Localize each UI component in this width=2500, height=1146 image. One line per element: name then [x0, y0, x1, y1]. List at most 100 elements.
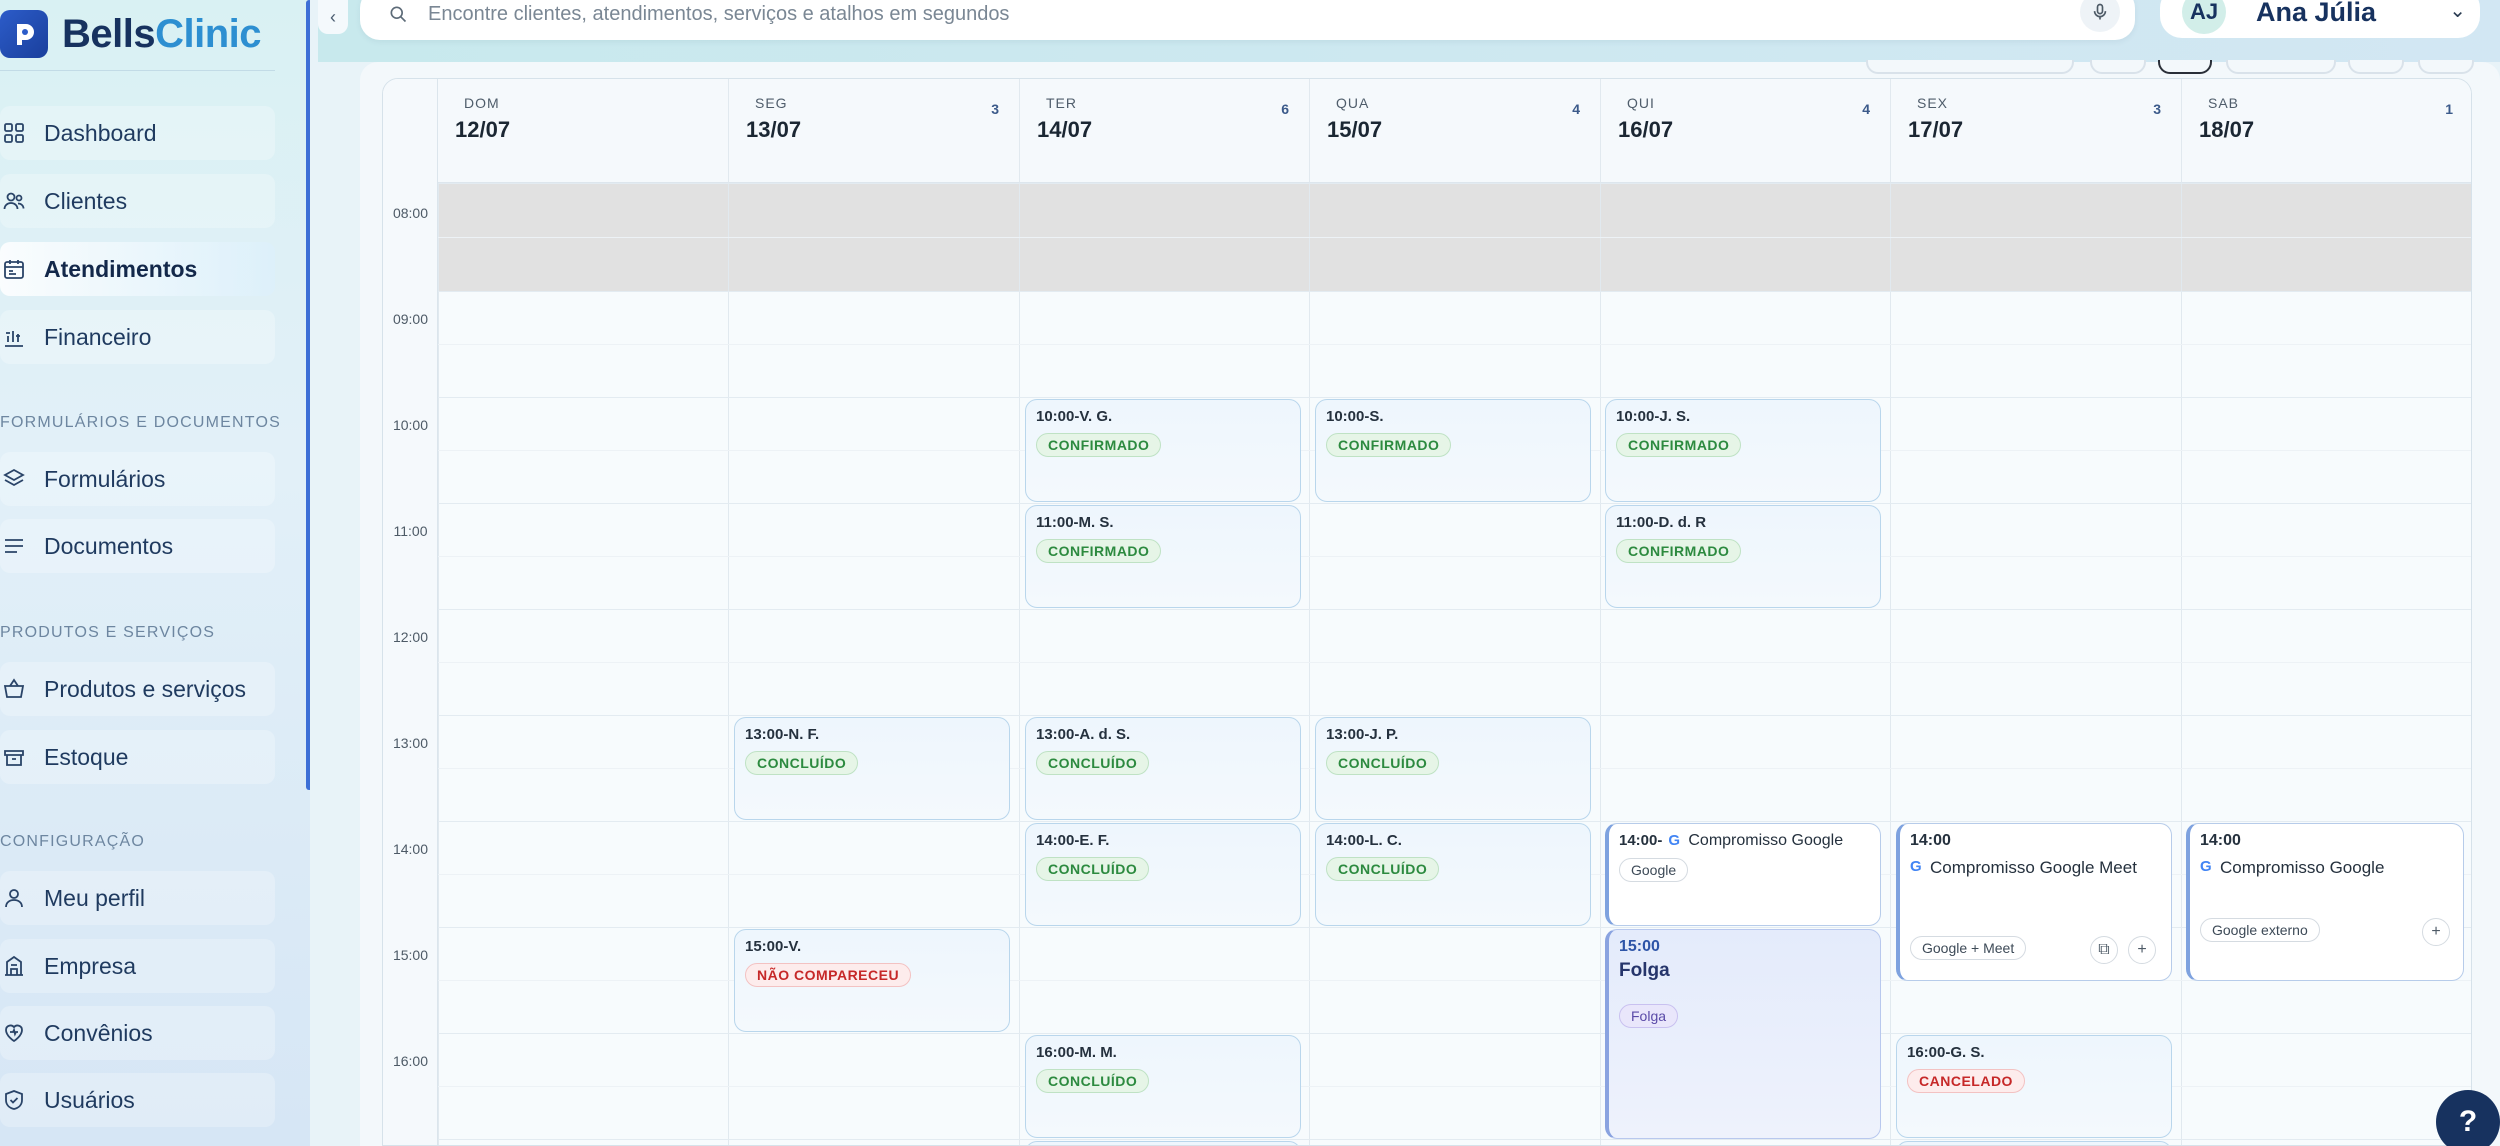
sidebar-item-convenios[interactable]: Convênios — [0, 1006, 275, 1060]
appointment-card[interactable]: 14:00-L. C. CONCLUÍDO — [1315, 823, 1591, 926]
day-header-thu[interactable]: QUI 16/07 4 — [1600, 79, 1890, 183]
user-menu[interactable]: AJ Ana Júlia ⌄ — [2160, 0, 2480, 38]
toolbar-button-partial[interactable] — [2348, 60, 2404, 74]
appointment-title: 10:00-V. G. — [1036, 408, 1113, 425]
half-hour-line — [438, 344, 2471, 345]
google-icon: G — [1668, 832, 1681, 849]
google-event-card[interactable]: 14:00- G Compromisso Google Google — [1605, 823, 1881, 926]
status-badge: NÃO COMPARECEU — [745, 963, 912, 987]
half-hour-line — [438, 556, 2471, 557]
toolbar-button-partial[interactable] — [2090, 60, 2146, 74]
google-event-card[interactable]: 14:00 G Compromisso Google Google extern… — [2186, 823, 2464, 981]
sidebar-item-empresa[interactable]: Empresa — [0, 939, 275, 993]
source-badge: Google externo — [2200, 918, 2320, 942]
sidebar-item-documentos[interactable]: Documentos — [0, 519, 275, 573]
day-column[interactable] — [1309, 79, 1600, 1145]
day-column[interactable] — [1019, 79, 1309, 1145]
day-column[interactable] — [2181, 79, 2471, 1145]
day-off-card[interactable]: 15:00 Folga Folga — [1605, 929, 1881, 1139]
day-date: 13/07 — [746, 117, 802, 142]
day-header-sun[interactable]: DOM 12/07 — [438, 79, 728, 183]
day-header-wed[interactable]: QUA 15/07 4 — [1309, 79, 1600, 183]
hour-line — [438, 183, 2471, 184]
status-badge: CONCLUÍDO — [745, 751, 859, 775]
appointment-card[interactable]: 10:00-V. G. CONFIRMADO — [1025, 399, 1301, 502]
appointment-card[interactable]: 11:00-M. S. CONFIRMADO — [1025, 505, 1301, 608]
day-off-title: Folga — [1619, 960, 1670, 981]
day-event-count: 4 — [1572, 101, 1580, 117]
day-column[interactable] — [438, 79, 728, 1145]
google-event-title: 14:00- G Compromisso Google — [1619, 832, 1870, 850]
hour-line — [438, 609, 2471, 610]
add-button[interactable]: + — [2128, 936, 2156, 964]
help-button[interactable]: ? — [2436, 1090, 2500, 1146]
google-icon: G — [2200, 858, 2212, 875]
day-column[interactable] — [1890, 79, 2181, 1145]
day-date: 17/07 — [1908, 117, 1964, 142]
day-date: 15/07 — [1327, 117, 1383, 142]
brand[interactable]: BellsClinic — [0, 6, 280, 62]
appointment-card[interactable]: 13:00-J. P. CONCLUÍDO — [1315, 717, 1591, 820]
toolbar-button-partial[interactable] — [2158, 60, 2212, 74]
time-label: 15:00 — [392, 947, 429, 963]
plus-icon: + — [2137, 941, 2147, 958]
toolbar-button-partial[interactable] — [2418, 60, 2474, 74]
toolbar-button-partial[interactable] — [2226, 60, 2336, 74]
google-event-card[interactable]: 14:00 G Compromisso Google Meet Google +… — [1896, 823, 2172, 981]
microphone-icon — [2093, 3, 2107, 20]
day-abbr: QUI — [1627, 95, 1655, 111]
day-header-tue[interactable]: TER 14/07 6 — [1019, 79, 1309, 183]
sidebar-item-label: Financeiro — [44, 323, 152, 350]
day-event-count: 6 — [1281, 101, 1289, 117]
global-search[interactable] — [360, 0, 2135, 40]
appointment-card[interactable]: 10:00-J. S. CONFIRMADO — [1605, 399, 1881, 502]
day-header-mon[interactable]: SEG 13/07 3 — [728, 79, 1019, 183]
user-name: Ana Júlia — [2256, 0, 2377, 27]
sidebar-item-formularios[interactable]: Formulários — [0, 452, 275, 506]
sidebar-item-financeiro[interactable]: Financeiro — [0, 310, 275, 364]
sidebar-item-label: Dashboard — [44, 119, 157, 146]
time-label: 10:00 — [392, 417, 429, 433]
add-button[interactable]: + — [2422, 918, 2450, 946]
appointment-card[interactable]: 11:00-D. d. R CONFIRMADO — [1605, 505, 1881, 608]
appointment-card[interactable]: 14:00-E. F. CONCLUÍDO — [1025, 823, 1301, 926]
time-label: 16:00 — [392, 1053, 429, 1069]
status-badge: CONCLUÍDO — [1036, 1069, 1150, 1093]
day-off-badge: Folga — [1619, 1004, 1679, 1028]
appointment-card[interactable]: 16:00-M. M. CONCLUÍDO — [1025, 1035, 1301, 1138]
appointment-card[interactable]: 10:00-S. CONFIRMADO — [1315, 399, 1591, 502]
google-event-time: 14:00 — [2200, 832, 2241, 849]
hour-line — [438, 397, 2471, 398]
day-header-sat[interactable]: SAB 18/07 1 — [2181, 79, 2471, 183]
sidebar: BellsClinic Dashboard Clientes Atendimen… — [0, 0, 310, 1146]
shield-icon — [5, 1090, 23, 1110]
sidebar-scrollbar[interactable] — [306, 0, 310, 790]
sidebar-item-meu-perfil[interactable]: Meu perfil — [0, 871, 275, 925]
toolbar-button-partial[interactable] — [1866, 60, 2074, 74]
status-badge: CANCELADO — [1907, 1069, 2025, 1093]
sidebar-item-atendimentos[interactable]: Atendimentos — [0, 242, 275, 296]
sidebar-item-label: Produtos e serviços — [44, 675, 246, 702]
sidebar-item-label: Estoque — [44, 743, 129, 770]
sidebar-item-estoque[interactable]: Estoque — [0, 730, 275, 784]
appointment-card[interactable]: 13:00-N. F. CONCLUÍDO — [734, 717, 1010, 820]
search-input[interactable] — [428, 2, 1928, 26]
google-icon: G — [1910, 858, 1922, 875]
collapse-sidebar-button[interactable]: ‹ — [318, 0, 348, 34]
day-header-fri[interactable]: SEX 17/07 3 — [1890, 79, 2181, 183]
appointment-card[interactable]: 13:00-A. d. S. CONCLUÍDO — [1025, 717, 1301, 820]
appointment-card[interactable]: 16:00-G. S. CANCELADO — [1896, 1035, 2172, 1138]
sidebar-item-produtos[interactable]: Produtos e serviços — [0, 662, 275, 716]
sidebar-item-usuarios[interactable]: Usuários — [0, 1073, 275, 1127]
open-external-button[interactable]: ⧉ — [2090, 936, 2118, 964]
appointment-card[interactable] — [1896, 1141, 2172, 1145]
sidebar-item-clientes[interactable]: Clientes — [0, 174, 275, 228]
basket-icon — [3, 678, 25, 698]
appointment-card[interactable] — [1025, 1141, 1301, 1145]
sidebar-item-label: Formulários — [44, 465, 166, 492]
day-event-count: 3 — [991, 101, 999, 117]
sidebar-item-dashboard[interactable]: Dashboard — [0, 106, 275, 160]
appointment-card[interactable]: 15:00-V. NÃO COMPARECEU — [734, 929, 1010, 1032]
dashboard-icon — [4, 123, 24, 143]
chevron-down-icon: ⌄ — [2449, 0, 2466, 22]
